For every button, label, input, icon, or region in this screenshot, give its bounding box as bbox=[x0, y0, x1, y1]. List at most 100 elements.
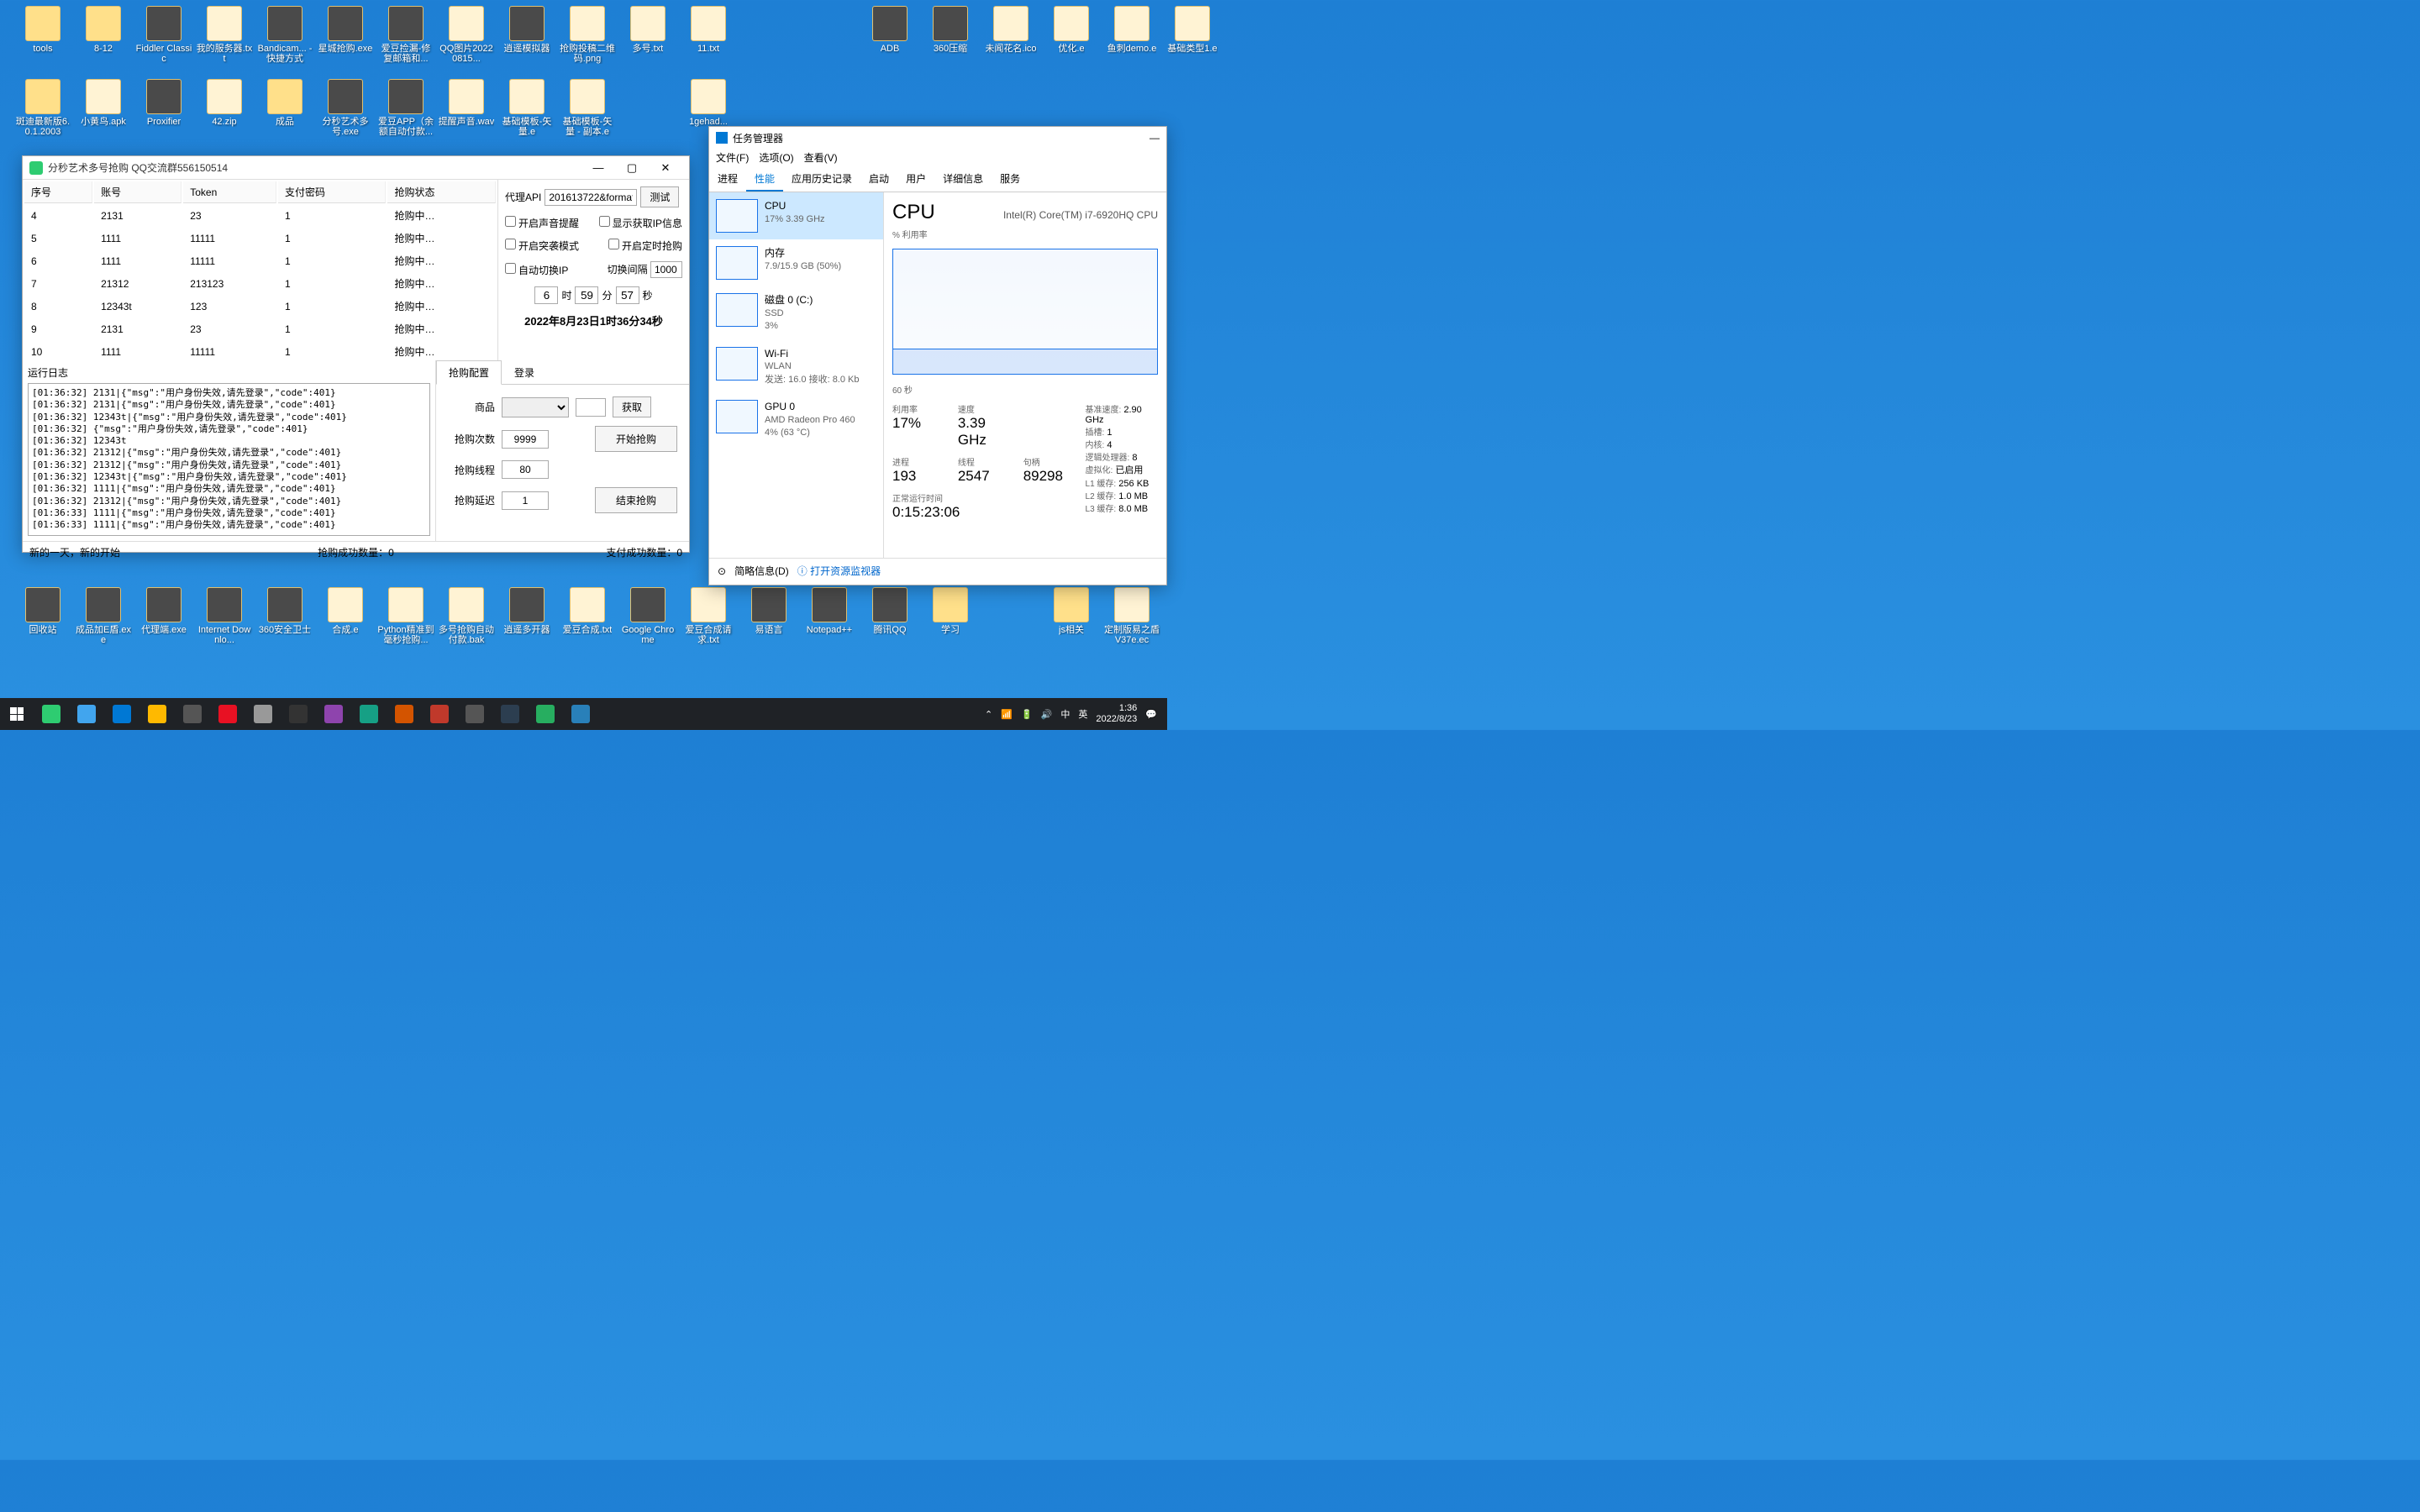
taskbar-app[interactable] bbox=[387, 698, 422, 730]
auto-ip-checkbox[interactable]: 自动切换IP bbox=[505, 263, 568, 277]
notification-icon[interactable]: 💬 bbox=[1145, 709, 1157, 720]
tm-minimize-icon[interactable]: — bbox=[1150, 132, 1160, 144]
taskbar-app[interactable] bbox=[210, 698, 245, 730]
titlebar[interactable]: 分秒艺术多号抢购 QQ交流群556150514 — ▢ ✕ bbox=[23, 156, 689, 180]
burst-checkbox[interactable]: 开启突袭模式 bbox=[505, 239, 579, 253]
taskbar-app[interactable] bbox=[351, 698, 387, 730]
desktop-icon[interactable]: 爱豆捡漏-修复邮箱和... bbox=[376, 4, 436, 71]
desktop-icon[interactable]: 360安全卫士 bbox=[255, 585, 315, 653]
log-textarea[interactable]: [01:36:32] 2131|{"msg":"用户身份失效,请先登录","co… bbox=[28, 383, 430, 536]
table-row[interactable]: 51111111111抢购中… bbox=[24, 228, 496, 249]
accounts-table[interactable]: 序号账号Token支付密码抢购状态 42131231抢购中…5111111111… bbox=[23, 180, 497, 360]
desktop-icon[interactable]: Internet Downlo... bbox=[194, 585, 255, 653]
table-header[interactable]: Token bbox=[183, 181, 276, 203]
tray-chevron-icon[interactable]: ⌃ bbox=[985, 709, 992, 720]
desktop-icon[interactable]: 基础类型1.e bbox=[1162, 4, 1223, 71]
taskbar-app[interactable] bbox=[34, 698, 69, 730]
table-header[interactable]: 账号 bbox=[94, 181, 182, 203]
close-button[interactable]: ✕ bbox=[649, 158, 682, 178]
table-row[interactable]: 7213122131231抢购中… bbox=[24, 273, 496, 294]
desktop-icon[interactable]: 学习 bbox=[920, 585, 981, 653]
desktop-icon[interactable]: 分秒艺术多号.exe bbox=[315, 77, 376, 144]
delay-input[interactable] bbox=[502, 491, 549, 510]
desktop-icon[interactable]: 代理端.exe bbox=[134, 585, 194, 653]
ime-indicator[interactable]: 中 bbox=[1060, 707, 1070, 721]
switch-interval-input[interactable] bbox=[650, 261, 682, 278]
desktop-icon[interactable]: 成品加E盾.exe bbox=[73, 585, 134, 653]
desktop-icon[interactable]: Google Chrome bbox=[618, 585, 678, 653]
tab-login[interactable]: 登录 bbox=[502, 360, 547, 384]
taskbar-app[interactable] bbox=[528, 698, 563, 730]
desktop-icon[interactable]: 逍遥多开器 bbox=[497, 585, 557, 653]
product-select[interactable] bbox=[502, 397, 569, 417]
desktop-icon[interactable]: Fiddler Classic bbox=[134, 4, 194, 71]
desktop-icon[interactable]: 回收站 bbox=[13, 585, 73, 653]
desktop-icon[interactable]: 爱豆合成请求.txt bbox=[678, 585, 739, 653]
tray-battery-icon[interactable]: 🔋 bbox=[1021, 709, 1033, 720]
get-button[interactable]: 获取 bbox=[613, 396, 651, 417]
desktop-icon[interactable]: 360压缩 bbox=[920, 4, 981, 71]
time-sec-input[interactable] bbox=[616, 286, 639, 304]
taskbar-app[interactable] bbox=[457, 698, 492, 730]
desktop-icon[interactable]: Bandicam... - 快捷方式 bbox=[255, 4, 315, 71]
taskbar-app[interactable] bbox=[175, 698, 210, 730]
desktop-icon[interactable]: Python精准到毫秒抢购... bbox=[376, 585, 436, 653]
tm-sidebar-item[interactable]: GPU 0AMD Radeon Pro 460 4% (63 °C) bbox=[709, 393, 883, 447]
table-row[interactable]: 42131231抢购中… bbox=[24, 205, 496, 226]
desktop-icon[interactable]: ADB bbox=[860, 4, 920, 71]
show-ip-checkbox[interactable]: 显示获取IP信息 bbox=[599, 216, 682, 230]
desktop-icon[interactable]: 腾讯QQ bbox=[860, 585, 920, 653]
desktop-icon[interactable]: 合成.e bbox=[315, 585, 376, 653]
menu-item[interactable]: 选项(O) bbox=[759, 150, 793, 165]
desktop-icon[interactable]: 优化.e bbox=[1041, 4, 1102, 71]
proxy-api-input[interactable] bbox=[544, 189, 637, 206]
tm-tab[interactable]: 进程 bbox=[709, 167, 746, 192]
taskbar-app[interactable] bbox=[245, 698, 281, 730]
table-row[interactable]: 92131231抢购中… bbox=[24, 318, 496, 339]
menu-item[interactable]: 文件(F) bbox=[716, 150, 749, 165]
taskbar-app[interactable] bbox=[69, 698, 104, 730]
tm-sidebar-item[interactable]: Wi-FiWLAN 发送: 16.0 接收: 8.0 Kb bbox=[709, 340, 883, 394]
taskbar-app[interactable] bbox=[139, 698, 175, 730]
desktop-icon[interactable]: 爱豆合成.txt bbox=[557, 585, 618, 653]
count-input[interactable] bbox=[502, 430, 549, 449]
start-button[interactable] bbox=[0, 698, 34, 730]
taskbar-app[interactable] bbox=[281, 698, 316, 730]
tray-volume-icon[interactable]: 🔊 bbox=[1041, 709, 1053, 720]
desktop-icon[interactable]: 基础模板-矢量.e bbox=[497, 77, 557, 144]
desktop-icon[interactable]: 斑迪最新版6.0.1.2003 bbox=[13, 77, 73, 144]
desktop-icon[interactable]: 成品 bbox=[255, 77, 315, 144]
tm-sidebar-item[interactable]: CPU17% 3.39 GHz bbox=[709, 192, 883, 239]
desktop-icon[interactable]: 多号抢购自动付款.bak bbox=[436, 585, 497, 653]
table-header[interactable]: 支付密码 bbox=[278, 181, 386, 203]
start-button[interactable]: 开始抢购 bbox=[595, 426, 677, 452]
collapse-icon[interactable]: ⊙ bbox=[718, 565, 726, 577]
test-button[interactable]: 测试 bbox=[640, 186, 679, 207]
sound-checkbox[interactable]: 开启声音提醒 bbox=[505, 216, 579, 230]
taskbar-app[interactable] bbox=[104, 698, 139, 730]
desktop-icon[interactable]: Proxifier bbox=[134, 77, 194, 144]
desktop-icon[interactable]: 逍遥模拟器 bbox=[497, 4, 557, 71]
tab-config[interactable]: 抢购配置 bbox=[436, 360, 502, 385]
table-row[interactable]: 812343t1231抢购中… bbox=[24, 296, 496, 317]
menu-item[interactable]: 查看(V) bbox=[804, 150, 838, 165]
desktop-icon[interactable]: 42.zip bbox=[194, 77, 255, 144]
desktop-icon[interactable]: 提醒声音.wav bbox=[436, 77, 497, 144]
table-header[interactable]: 抢购状态 bbox=[387, 181, 496, 203]
tray-net-icon[interactable]: 📶 bbox=[1001, 709, 1013, 720]
tm-tab[interactable]: 性能 bbox=[746, 167, 783, 192]
tm-tab[interactable]: 应用历史记录 bbox=[783, 167, 860, 192]
table-row[interactable]: 101111111111抢购中… bbox=[24, 341, 496, 360]
tm-tab[interactable]: 用户 bbox=[897, 167, 934, 192]
desktop-icon[interactable]: 未闻花名.ico bbox=[981, 4, 1041, 71]
system-tray[interactable]: ⌃ 📶 🔋 🔊 中 英 1:362022/8/23 💬 bbox=[975, 703, 1167, 725]
desktop-icon[interactable]: 鱼刺demo.e bbox=[1102, 4, 1162, 71]
table-header[interactable]: 序号 bbox=[24, 181, 92, 203]
maximize-button[interactable]: ▢ bbox=[615, 158, 649, 178]
desktop-icon[interactable]: 11.txt bbox=[678, 4, 739, 71]
product-input[interactable] bbox=[576, 398, 606, 417]
time-hour-input[interactable] bbox=[534, 286, 558, 304]
desktop-icon[interactable]: js相关 bbox=[1041, 585, 1102, 653]
resource-monitor-link[interactable]: ⓘ 打开资源监视器 bbox=[797, 564, 881, 578]
desktop-icon[interactable]: tools bbox=[13, 4, 73, 71]
